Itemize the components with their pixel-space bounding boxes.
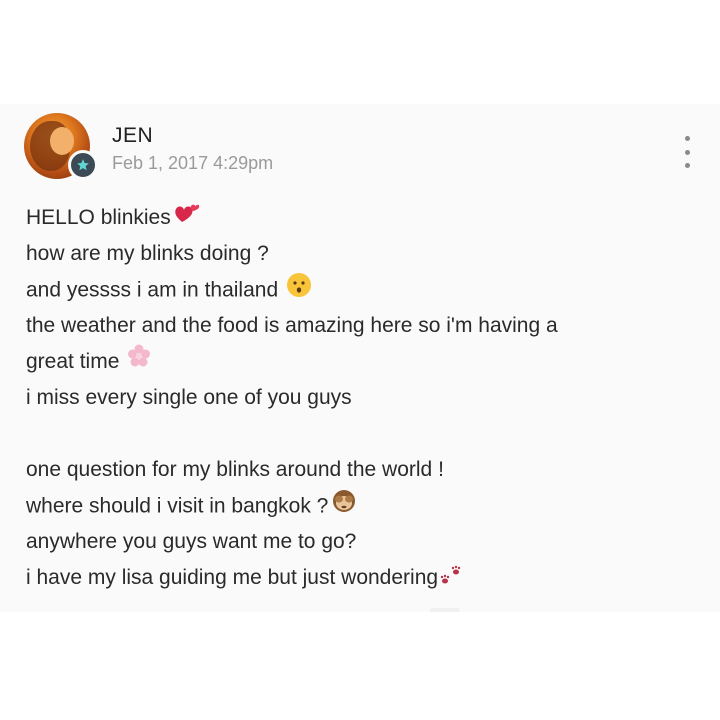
two-hearts-icon (174, 200, 200, 236)
post-line: great time (26, 344, 696, 380)
menu-dot (684, 136, 690, 141)
post-line-text: i miss every single one of you guys (26, 386, 352, 409)
more-options-icon[interactable] (674, 132, 700, 172)
post-line: i miss every single one of you guys (26, 380, 696, 416)
post-line-text: how are my blinks doing ? (26, 242, 269, 265)
post-line-text: where should i visit in bangkok ? (26, 494, 329, 518)
post-line: how are my blinks doing ? (26, 236, 696, 272)
post-line: HELLO blinkies (26, 200, 696, 236)
cherry-blossom-icon (127, 344, 151, 380)
post-line: and yessss i am in thailand (26, 272, 696, 308)
post-line-text: anywhere you guys want me to go? (26, 530, 357, 553)
star-badge-icon (68, 150, 98, 180)
screenshot-frame: JEN Feb 1, 2017 4:29pm HELLO blinkies ho… (0, 0, 720, 720)
post-line: one question for my blinks around the wo… (26, 452, 696, 488)
paw-prints-icon (439, 562, 463, 598)
menu-dot (684, 149, 690, 155)
author-name[interactable]: JEN (112, 124, 153, 148)
post-line-text: great time (26, 350, 120, 373)
post-body: HELLO blinkies how are my blinks doing ?… (26, 200, 696, 596)
top-blank-area (0, 0, 720, 104)
post-line-text: one question for my blinks around the wo… (26, 458, 444, 481)
see-no-evil-monkey-icon (331, 488, 357, 526)
menu-dot (684, 163, 690, 168)
post-line-text: HELLO blinkies (26, 206, 171, 229)
post-line: anywhere you guys want me to go? (26, 524, 696, 560)
post-line-text: i have my lisa guiding me but just wonde… (26, 566, 439, 589)
post-line: i have my lisa guiding me but just wonde… (26, 560, 696, 596)
avatar-face (50, 127, 74, 155)
post-line-text: and yessss i am in thailand (26, 278, 279, 302)
post-timestamp: Feb 1, 2017 4:29pm (112, 153, 274, 173)
post-line-text: the weather and the food is amazing here… (26, 314, 558, 337)
post-line: where should i visit in bangkok ? (26, 488, 696, 524)
post-line: the weather and the food is amazing here… (26, 308, 696, 344)
kissing-face-icon (286, 272, 312, 310)
bottom-blank-area (0, 612, 720, 720)
